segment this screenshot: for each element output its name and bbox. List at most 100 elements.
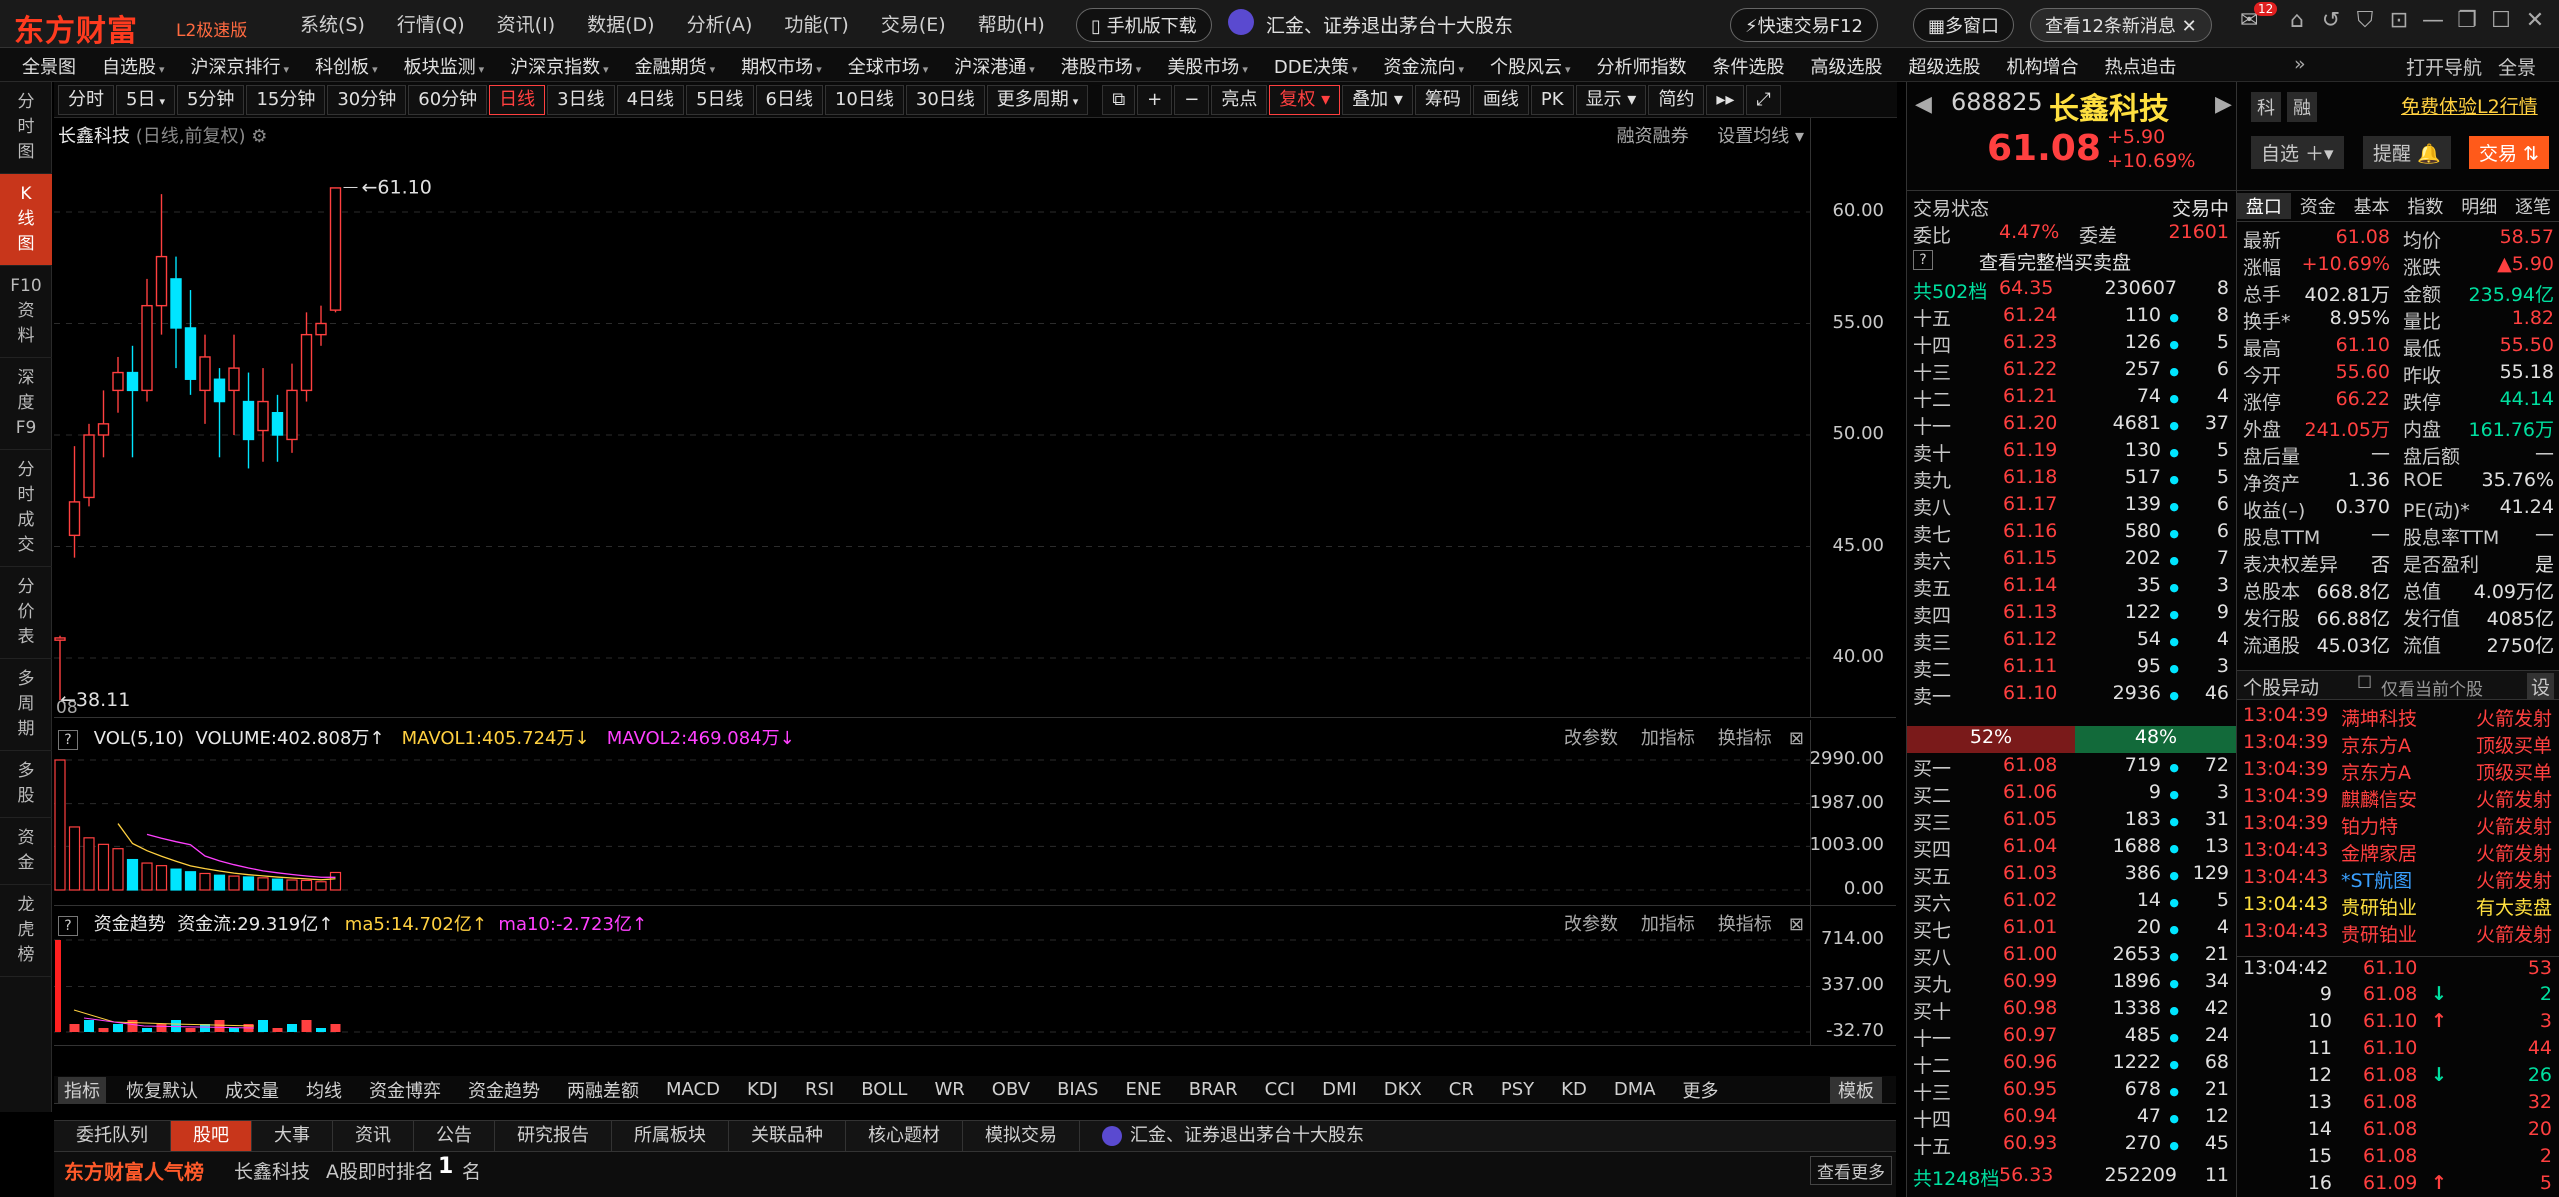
mover-row[interactable]: 13:04:39 京东方A 顶级买单 [2237, 731, 2559, 758]
book-level[interactable]: 买六 61.02 14 ● 5 [1907, 889, 2237, 916]
sidebar-item-1[interactable]: K 线 图 [0, 174, 52, 266]
nav-item-12[interactable]: DDE决策 ▾ [1274, 53, 1358, 79]
maximize-icon[interactable]: ☐ [2484, 8, 2518, 33]
period-tab-1[interactable]: 5日 ▾ [116, 84, 175, 115]
nav-item-17[interactable]: 高级选股 [1811, 53, 1883, 79]
l2-trial-link[interactable]: 免费体验L2行情 [2401, 92, 2538, 119]
minimize-icon[interactable]: — [2416, 8, 2450, 33]
nav-item-3[interactable]: 科创板 ▾ [315, 53, 378, 79]
new-messages-button[interactable]: 查看12条新消息 ✕ [2030, 8, 2212, 42]
home-icon[interactable]: ⌂ [2280, 8, 2314, 33]
period-tab-13[interactable]: 更多周期 ▾ [986, 84, 1089, 115]
news-ticker[interactable]: 汇金、证券退出茅台十大股东 [1266, 11, 1513, 38]
period-tab-4[interactable]: 30分钟 [327, 84, 407, 115]
mover-row[interactable]: 13:04:43 *ST航图 火箭发射 [2237, 866, 2559, 893]
panorama-button[interactable]: 全景 [2498, 53, 2536, 80]
bottom-tab-1[interactable]: 股吧 [171, 1121, 252, 1151]
tool-display[interactable]: 显示 ▾ [1575, 84, 1647, 115]
nav-item-1[interactable]: 自选股 ▾ [102, 53, 165, 79]
nav-item-8[interactable]: 全球市场 ▾ [848, 53, 929, 79]
period-tab-8[interactable]: 4日线 [616, 84, 685, 115]
indicator-tab-6[interactable]: 两融差额 [567, 1077, 639, 1103]
tool-adjust[interactable]: 复权 ▾ [1269, 84, 1341, 115]
indicator-tab-0[interactable]: 指标 [58, 1076, 106, 1103]
bottom-tab-0[interactable]: 委托队列 [54, 1121, 171, 1151]
period-tab-11[interactable]: 10日线 [824, 84, 904, 115]
sidebar-item-2[interactable]: F10 资 料 [0, 266, 52, 358]
sidebar-item-7[interactable]: 多 股 [0, 751, 52, 818]
info-tab-2[interactable]: 基本 [2345, 193, 2399, 219]
info-tab-0[interactable]: 盘口 [2237, 193, 2291, 219]
indicator-tab-4[interactable]: 资金博弈 [369, 1077, 441, 1103]
sidebar-item-0[interactable]: 分 时 图 [0, 82, 52, 174]
book-level[interactable]: 买五 61.03 386 ● 129 [1907, 862, 2237, 889]
book-level[interactable]: 买十 60.98 1338 ● 42 [1907, 997, 2237, 1024]
sidebar-item-3[interactable]: 深 度 F9 [0, 358, 52, 450]
nav-item-11[interactable]: 美股市场 ▾ [1167, 53, 1248, 79]
lock-icon[interactable]: ⊡ [2382, 8, 2416, 33]
fullscreen-icon[interactable]: ⤢ [1746, 84, 1781, 115]
indicator-tab-11[interactable]: WR [934, 1079, 964, 1100]
restore-icon[interactable]: ❐ [2450, 8, 2484, 33]
book-level[interactable]: 十五 61.24 110 ● 8 [1907, 304, 2237, 331]
book-level[interactable]: 买四 61.04 1688 ● 13 [1907, 835, 2237, 862]
indicator-tab-3[interactable]: 均线 [306, 1077, 342, 1103]
indicator-tab-15[interactable]: BRAR [1189, 1079, 1238, 1100]
menu-item-3[interactable]: 数据(D) [587, 10, 654, 37]
play-icon[interactable]: ▸▸ [1706, 84, 1745, 115]
volume-panel[interactable]: ? VOL(5,10) VOLUME:402.808万↑ MAVOL1:405.… [54, 720, 1896, 906]
period-tab-2[interactable]: 5分钟 [176, 84, 245, 115]
indicator-tab-7[interactable]: MACD [666, 1079, 720, 1100]
book-level[interactable]: 十三 61.22 257 ● 6 [1907, 358, 2237, 385]
tool-draw[interactable]: 画线 [1472, 84, 1529, 115]
mover-row[interactable]: 13:04:43 金牌家居 火箭发射 [2237, 839, 2559, 866]
book-level[interactable]: 十一 60.97 485 ● 24 [1907, 1024, 2237, 1051]
nav-item-9[interactable]: 沪深港通 ▾ [954, 53, 1035, 79]
bottom-tab-7[interactable]: 关联品种 [729, 1121, 846, 1151]
indicator-tab-19[interactable]: CR [1449, 1079, 1474, 1100]
indicator-tab-12[interactable]: OBV [992, 1079, 1030, 1100]
nav-item-15[interactable]: 分析师指数 [1597, 53, 1687, 79]
tool-pk[interactable]: PK [1530, 84, 1574, 115]
book-level[interactable]: 十四 61.23 126 ● 5 [1907, 331, 2237, 358]
indicator-tab-16[interactable]: CCI [1265, 1079, 1295, 1100]
bottom-tab-6[interactable]: 所属板块 [612, 1121, 729, 1151]
bottom-tab-8[interactable]: 核心题材 [846, 1121, 963, 1151]
book-level[interactable]: 十一 61.20 4681 ● 37 [1907, 412, 2237, 439]
book-level[interactable]: 卖五 61.14 35 ● 3 [1907, 574, 2237, 601]
book-level[interactable]: 买二 61.06 9 ● 3 [1907, 781, 2237, 808]
info-tab-1[interactable]: 资金 [2291, 193, 2345, 219]
shirt-icon[interactable]: ⛉ [2348, 8, 2382, 33]
indicator-tab-22[interactable]: DMA [1614, 1079, 1656, 1100]
indicator-tab-5[interactable]: 资金趋势 [468, 1077, 540, 1103]
close-icon[interactable]: ✕ [2518, 8, 2552, 33]
info-tab-4[interactable]: 明细 [2452, 193, 2506, 219]
info-tab-3[interactable]: 指数 [2398, 193, 2452, 219]
sidebar-item-9[interactable]: 龙 虎 榜 [0, 885, 52, 977]
bottom-tab-3[interactable]: 资讯 [333, 1121, 414, 1151]
multi-window-button[interactable]: ▦多窗口 [1913, 8, 2015, 42]
kline-chart[interactable]: 长鑫科技 (日线,前复权) ⚙ 融资融券 设置均线 ▾ 60.00 55.00 50… [54, 118, 1896, 718]
menu-item-2[interactable]: 资讯(I) [497, 10, 555, 37]
book-level[interactable]: 十二 61.21 74 ● 4 [1907, 385, 2237, 412]
period-tab-5[interactable]: 60分钟 [408, 84, 488, 115]
menu-item-4[interactable]: 分析(A) [687, 10, 753, 37]
bottom-tab-5[interactable]: 研究报告 [495, 1121, 612, 1151]
indicator-tab-20[interactable]: PSY [1501, 1079, 1534, 1100]
next-stock-icon[interactable]: ▶ [2215, 92, 2232, 117]
bottom-tab-9[interactable]: 模拟交易 [963, 1121, 1080, 1151]
book-level[interactable]: 卖八 61.17 139 ● 6 [1907, 493, 2237, 520]
nav-item-5[interactable]: 沪深京指数 ▾ [510, 53, 609, 79]
nav-item-0[interactable]: 全景图 [22, 53, 76, 79]
indicator-tab-9[interactable]: RSI [805, 1079, 834, 1100]
menu-item-5[interactable]: 功能(T) [784, 10, 848, 37]
mover-row[interactable]: 13:04:43 贵研铂业 有大卖盘 [2237, 893, 2559, 920]
menu-item-6[interactable]: 交易(E) [881, 10, 946, 37]
sidebar-item-8[interactable]: 资 金 [0, 818, 52, 885]
nav-item-6[interactable]: 金融期货 ▾ [635, 53, 716, 79]
sidebar-item-6[interactable]: 多 周 期 [0, 659, 52, 751]
tool-chips[interactable]: 筹码 [1414, 84, 1471, 115]
indicator-tab-8[interactable]: KDJ [747, 1079, 778, 1100]
back-icon[interactable]: ↺ [2314, 8, 2348, 33]
movers-settings-button[interactable]: 设 [2526, 673, 2554, 700]
